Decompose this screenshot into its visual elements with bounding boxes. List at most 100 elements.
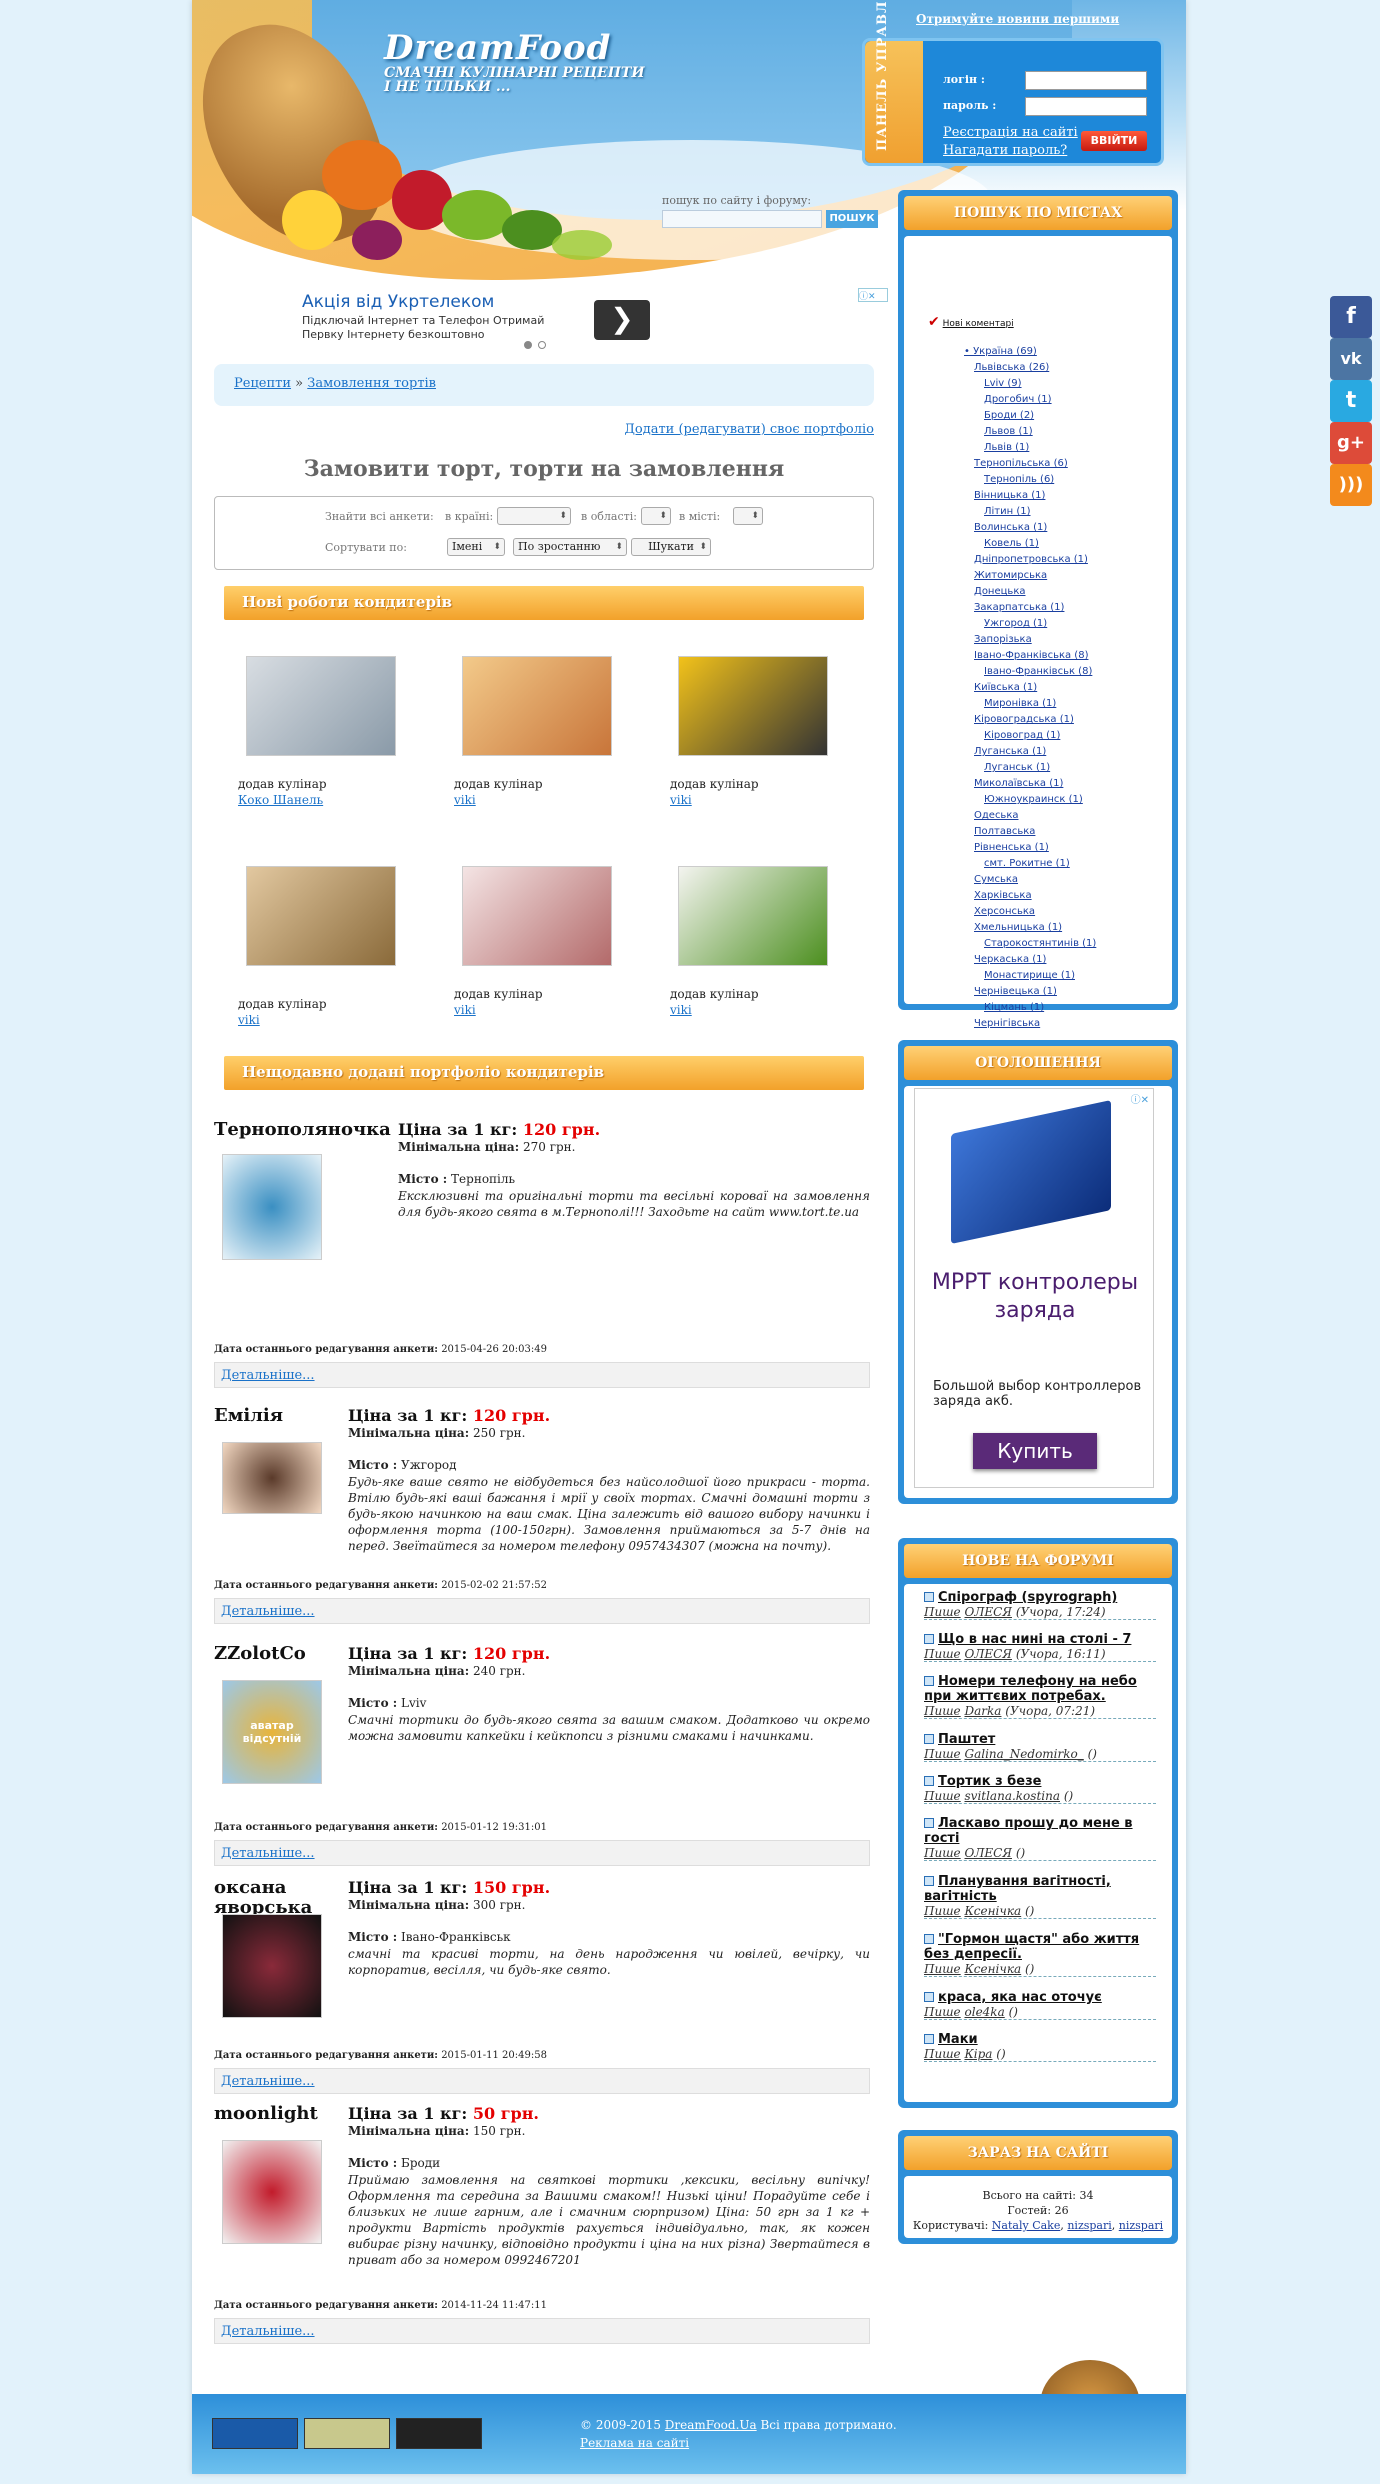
work-author-link[interactable]: viki <box>454 792 543 808</box>
city-link[interactable]: Житомирська <box>974 568 1047 584</box>
login-input[interactable] <box>1025 71 1147 90</box>
remind-password-link[interactable]: Нагадати пароль? <box>943 143 1067 158</box>
city-link[interactable]: Львів (1) <box>984 440 1029 456</box>
portfolio-photo[interactable] <box>222 2140 322 2244</box>
city-link[interactable]: Одеська <box>974 808 1019 824</box>
ad-title[interactable]: Акція від Укртелеком <box>302 292 494 312</box>
add-portfolio-link[interactable]: Додати (редагувати) своє портфоліо <box>624 422 874 437</box>
work-thumbnail[interactable] <box>462 656 612 756</box>
city-link[interactable]: Полтавська <box>974 824 1035 840</box>
city-link[interactable]: Львівська (26) <box>974 360 1049 376</box>
city-link[interactable]: Запорізька <box>974 632 1032 648</box>
city-link[interactable]: Закарпатська (1) <box>974 600 1064 616</box>
portfolio-more-link[interactable]: Детальніше... <box>214 1362 870 1388</box>
forum-user-link[interactable]: ОЛЕСЯ <box>965 1605 1012 1619</box>
ad-headline[interactable]: МРРТ контролеры заряда <box>915 1269 1155 1325</box>
city-link[interactable]: смт. Рокитне (1) <box>984 856 1070 872</box>
forum-user-link[interactable]: Ксенічка <box>965 1962 1022 1976</box>
city-link[interactable]: Вінницька (1) <box>974 488 1045 504</box>
google-plus-icon[interactable]: g+ <box>1330 422 1372 464</box>
work-author-link[interactable]: Коко Шанель <box>238 792 327 808</box>
city-link[interactable]: Харківська <box>974 888 1032 904</box>
forum-user-link[interactable]: Galina_Nedomirko_ <box>965 1747 1084 1761</box>
new-comments-link[interactable]: ✔ Нові коментарі <box>928 314 1014 330</box>
vk-icon[interactable]: vk <box>1330 338 1372 380</box>
city-link[interactable]: Луганська (1) <box>974 744 1046 760</box>
portfolio-more-link[interactable]: Детальніше... <box>214 2318 870 2344</box>
city-link[interactable]: Волинська (1) <box>974 520 1047 536</box>
adchoices-icon[interactable]: ⓘ✕ <box>1131 1091 1149 1106</box>
forum-user-link[interactable]: ОЛЕСЯ <box>965 1846 1012 1860</box>
register-link[interactable]: Реєстрація на сайті <box>943 125 1078 140</box>
portfolio-photo[interactable] <box>222 1914 322 2018</box>
city-link[interactable]: Сумська <box>974 872 1018 888</box>
portfolio-more-link[interactable]: Детальніше... <box>214 2068 870 2094</box>
city-link[interactable]: Львов (1) <box>984 424 1033 440</box>
forum-user-link[interactable]: ole4ka <box>965 2005 1005 2019</box>
facebook-icon[interactable]: f <box>1330 296 1372 338</box>
adchoices-icon[interactable]: ⓘ✕ <box>858 288 888 302</box>
city-link[interactable]: • Україна (69) <box>964 344 1037 360</box>
portfolio-name[interactable]: moonlight <box>214 2104 334 2124</box>
city-link[interactable]: Дрогобич (1) <box>984 392 1052 408</box>
work-author-link[interactable]: viki <box>238 1012 327 1028</box>
forum-topic-link[interactable]: Що в нас нині на столі - 7 <box>938 1632 1131 1647</box>
portfolio-name[interactable]: ZZolotCo <box>214 1644 334 1664</box>
city-link[interactable]: Миронівка (1) <box>984 696 1056 712</box>
portfolio-name[interactable]: Тернополяночка <box>214 1120 394 1140</box>
work-thumbnail[interactable] <box>678 656 828 756</box>
portfolio-photo[interactable] <box>222 1442 322 1514</box>
city-link[interactable]: Луганськ (1) <box>984 760 1050 776</box>
city-link[interactable]: Хмельницька (1) <box>974 920 1062 936</box>
city-link[interactable]: Южноукраинск (1) <box>984 792 1083 808</box>
twitter-icon[interactable]: t <box>1330 380 1372 422</box>
sort-field-select[interactable]: Імені <box>447 538 505 556</box>
forum-topic-link[interactable]: краса, яка нас оточує <box>938 1990 1102 2005</box>
city-link[interactable]: Херсонська <box>974 904 1035 920</box>
city-link[interactable]: Броди (2) <box>984 408 1034 424</box>
forum-user-link[interactable]: Darka <box>965 1704 1002 1718</box>
ad-arrow-button[interactable]: ❯ <box>594 300 650 340</box>
forum-user-link[interactable]: ОЛЕСЯ <box>965 1647 1012 1661</box>
ad-banner[interactable]: Акція від Укртелеком Підключай Інтернет … <box>302 282 888 354</box>
sort-order-select[interactable]: По зростанню <box>513 538 627 556</box>
city-link[interactable]: Lviv (9) <box>984 376 1022 392</box>
city-link[interactable]: Донецька <box>974 584 1026 600</box>
city-select[interactable] <box>733 507 763 525</box>
footer-ads-link[interactable]: Реклама на сайті <box>580 2434 897 2452</box>
portfolio-more-link[interactable]: Детальніше... <box>214 1598 870 1624</box>
forum-topic-link[interactable]: Планування вагітності, вагітність <box>924 1874 1111 1904</box>
work-author-link[interactable]: viki <box>670 1002 759 1018</box>
ad-buy-button[interactable]: Купить <box>973 1433 1097 1469</box>
counter-badge-2[interactable] <box>304 2418 390 2449</box>
portfolio-name[interactable]: оксана яворська <box>214 1878 334 1918</box>
city-link[interactable]: Кіровоградська (1) <box>974 712 1074 728</box>
city-link[interactable]: Кіровоград (1) <box>984 728 1060 744</box>
forum-topic-link[interactable]: Паштет <box>938 1732 995 1747</box>
work-thumbnail[interactable] <box>246 866 396 966</box>
footer-site-link[interactable]: DreamFood.Ua <box>665 2418 757 2432</box>
mppt-ad[interactable]: ⓘ✕ МРРТ контролеры заряда Большой выбор … <box>914 1088 1154 1488</box>
city-link[interactable]: Монастирище (1) <box>984 968 1075 984</box>
forum-topic-link[interactable]: Спірограф (spyrograph) <box>938 1590 1117 1605</box>
work-author-link[interactable]: viki <box>670 792 759 808</box>
ad-pager[interactable] <box>524 338 552 352</box>
site-logo[interactable]: DreamFood <box>384 28 611 68</box>
forum-topic-link[interactable]: "Гормон щастя" або життя без депресії. <box>924 1932 1139 1962</box>
portfolio-name[interactable]: Емілія <box>214 1406 334 1426</box>
breadcrumb-recipes[interactable]: Рецепти <box>234 376 291 391</box>
city-link[interactable]: Івано-Франківськ (8) <box>984 664 1092 680</box>
region-select[interactable] <box>641 507 671 525</box>
city-link[interactable]: Ковель (1) <box>984 536 1039 552</box>
forum-user-link[interactable]: Ксенічка <box>965 1904 1022 1918</box>
password-input[interactable] <box>1025 97 1147 116</box>
portfolio-photo[interactable]: аватар відсутній <box>222 1680 322 1784</box>
forum-user-link[interactable]: svitlana.kostina <box>965 1789 1060 1803</box>
city-link[interactable]: Старокостянтинів (1) <box>984 936 1096 952</box>
work-author-link[interactable]: viki <box>454 1002 543 1018</box>
forum-topic-link[interactable]: Номери телефону на небо при життєвих пот… <box>924 1674 1137 1704</box>
login-button[interactable]: ВВІЙТИ <box>1081 131 1147 151</box>
forum-topic-link[interactable]: Ласкаво прошу до мене в гості <box>924 1816 1133 1846</box>
city-link[interactable]: Чернігівська <box>974 1016 1040 1032</box>
city-link[interactable]: Літин (1) <box>984 504 1031 520</box>
